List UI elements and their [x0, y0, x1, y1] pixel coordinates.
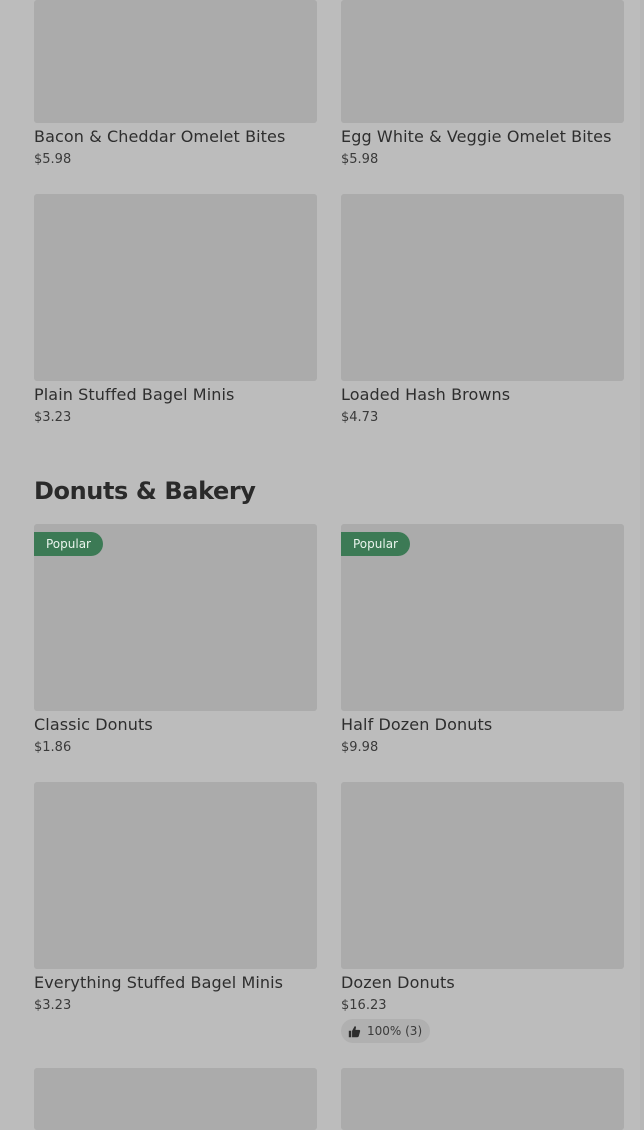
menu-item-card[interactable]: Plain Stuffed Bagel Minis $3.23 [34, 194, 317, 428]
item-image[interactable] [341, 1068, 624, 1130]
item-price: $3.23 [34, 410, 72, 425]
item-name: Loaded Hash Browns [341, 385, 511, 404]
page-edge [640, 0, 644, 1130]
item-price: $5.98 [341, 152, 379, 167]
item-name: Egg White & Veggie Omelet Bites [341, 127, 612, 146]
item-name: Plain Stuffed Bagel Minis [34, 385, 235, 404]
menu-item-card[interactable] [341, 1068, 624, 1130]
menu-item-card[interactable]: Dozen Donuts $16.23 100% (3) [341, 782, 624, 1044]
popular-badge: Popular [34, 532, 103, 556]
item-image[interactable] [34, 782, 317, 969]
item-price: $9.98 [341, 740, 379, 755]
menu-item-card[interactable]: Popular Classic Donuts $1.86 [34, 524, 317, 758]
menu-page: Bacon & Cheddar Omelet Bites $5.98 Egg W… [0, 0, 644, 1130]
item-name: Half Dozen Donuts [341, 715, 493, 734]
item-image[interactable] [341, 782, 624, 969]
item-price: $3.23 [34, 998, 72, 1013]
menu-item-card[interactable]: Popular Half Dozen Donuts $9.98 [341, 524, 624, 758]
menu-item-card[interactable] [34, 1068, 317, 1130]
item-name: Classic Donuts [34, 715, 153, 734]
item-price: $16.23 [341, 998, 387, 1013]
item-image[interactable] [341, 194, 624, 381]
section-title: Donuts & Bakery [34, 477, 256, 505]
item-name: Bacon & Cheddar Omelet Bites [34, 127, 286, 146]
menu-item-card[interactable]: Everything Stuffed Bagel Minis $3.23 [34, 782, 317, 1016]
menu-item-card[interactable]: Bacon & Cheddar Omelet Bites $5.98 [34, 0, 317, 170]
popular-badge: Popular [341, 532, 410, 556]
rating-text: 100% (3) [367, 1024, 423, 1038]
thumbs-up-icon [348, 1025, 361, 1038]
item-image[interactable] [341, 0, 624, 123]
item-price: $5.98 [34, 152, 72, 167]
item-image[interactable] [34, 1068, 317, 1130]
item-name: Everything Stuffed Bagel Minis [34, 973, 284, 992]
menu-item-card[interactable]: Egg White & Veggie Omelet Bites $5.98 [341, 0, 624, 170]
item-price: $4.73 [341, 410, 379, 425]
rating-pill: 100% (3) [341, 1019, 431, 1043]
item-price: $1.86 [34, 740, 72, 755]
menu-item-card[interactable]: Loaded Hash Browns $4.73 [341, 194, 624, 428]
item-image[interactable] [34, 194, 317, 381]
item-name: Dozen Donuts [341, 973, 455, 992]
item-image[interactable] [34, 0, 317, 123]
